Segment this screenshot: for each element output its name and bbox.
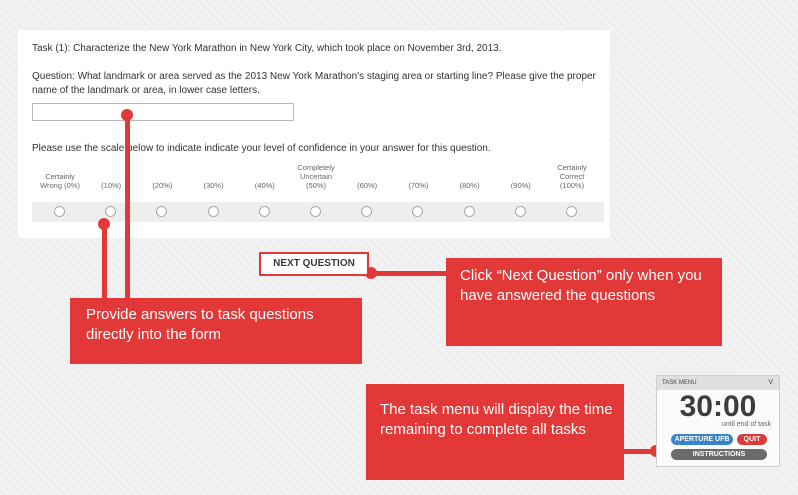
scale-label-mid [240, 172, 290, 181]
confidence-radio[interactable] [514, 206, 526, 217]
task-title: Task (1): Characterize the New York Mara… [32, 43, 502, 54]
scale-label-top [240, 163, 290, 172]
scale-label: (30%) [189, 163, 239, 190]
scale-instruction: Please use the scale below to indicate i… [32, 143, 491, 154]
scale-label-mid [393, 172, 443, 181]
confidence-radio[interactable] [207, 206, 219, 217]
scale-label-bottom: (80%) [459, 181, 480, 190]
scale-label-top [496, 163, 546, 172]
confidence-radio[interactable] [412, 206, 424, 217]
scale-label-bottom: (100%) [559, 181, 585, 190]
scale-label: (20%) [137, 163, 187, 190]
scale-label-top [189, 163, 239, 172]
confidence-radio[interactable] [156, 206, 168, 217]
collapse-icon[interactable]: V [768, 376, 773, 390]
confidence-radio[interactable] [105, 206, 117, 217]
task-panel: Task (1): Characterize the New York Mara… [18, 30, 610, 238]
scale-label-mid [137, 172, 187, 181]
confidence-radio[interactable] [54, 206, 65, 217]
time-remaining: 30:00 [679, 390, 757, 423]
confidence-scale-labels: Certainly Wrong (0%) (10%) (20%) (30%) (40%) C… [18, 163, 610, 203]
connector-dot [98, 218, 110, 230]
scale-label-bottom: (70%) [408, 181, 429, 190]
scale-label-mid [496, 172, 546, 181]
scale-label-top [137, 163, 187, 172]
next-question-button[interactable]: NEXT QUESTION [259, 252, 369, 276]
task-menu: TASK MENU V 30:00 until end of task APER… [656, 375, 780, 467]
connector-line [125, 118, 130, 302]
connector-line [102, 223, 107, 303]
scale-label-top: Certainly [557, 163, 587, 172]
scale-label-mid: Correct [559, 172, 585, 181]
task-menu-header: TASK MENU V [657, 376, 779, 390]
scale-label: (70%) [393, 163, 443, 190]
quit-button[interactable]: QUIT [737, 434, 767, 445]
answer-input[interactable] [32, 103, 294, 121]
scale-label: (90%) [496, 163, 546, 190]
scale-label-mid: Uncertain [299, 172, 333, 181]
scale-label-bottom: (90%) [510, 181, 531, 190]
scale-label-mid [189, 172, 239, 181]
scale-label: Certainly Wrong (0%) [35, 163, 85, 190]
connector-line [369, 271, 449, 276]
confidence-radio[interactable] [310, 206, 321, 217]
scale-label-bottom: (60%) [357, 181, 378, 190]
scale-label: (80%) [445, 163, 495, 190]
scale-label-bottom: Wrong (0%) [40, 181, 80, 190]
task-menu-callout: The task menu will display the time rema… [366, 384, 624, 480]
scale-label-bottom: (50%) [305, 181, 326, 190]
confidence-radio[interactable] [463, 206, 475, 217]
scale-label: (40%) [240, 163, 290, 190]
time-subtitle: until end of task [721, 421, 771, 428]
instructions-button[interactable]: INSTRUCTIONS [671, 449, 767, 460]
scale-label-mid [342, 172, 392, 181]
task-menu-title: TASK MENU [662, 380, 697, 386]
scale-label-top [342, 163, 392, 172]
connector-dot [121, 109, 133, 121]
scale-label-bottom: (20%) [152, 181, 173, 190]
confidence-radio[interactable] [258, 206, 270, 217]
scale-label: Certainly Correct (100%) [547, 163, 597, 190]
form-callout: Provide answers to task questions direct… [70, 298, 362, 364]
scale-label-mid [445, 172, 495, 181]
scale-label-top: Completely [297, 163, 335, 172]
scale-label-top [445, 163, 495, 172]
scale-label-bottom: (40%) [254, 181, 275, 190]
scale-label-top [393, 163, 443, 172]
aperture-ufb-button[interactable]: APERTURE UFB [671, 434, 733, 445]
scale-label-bottom: (30%) [203, 181, 224, 190]
next-question-callout: Click “Next Question” only when you have… [446, 258, 722, 346]
scale-label: Completely Uncertain (50%) [291, 163, 341, 190]
confidence-radio[interactable] [361, 206, 373, 217]
question-text: Question: What landmark or area served a… [32, 71, 596, 96]
scale-label-mid: Certainly [45, 172, 75, 181]
confidence-radio[interactable] [566, 206, 577, 217]
scale-label: (60%) [342, 163, 392, 190]
scale-label-top [35, 163, 85, 172]
confidence-radio-row [32, 202, 604, 222]
